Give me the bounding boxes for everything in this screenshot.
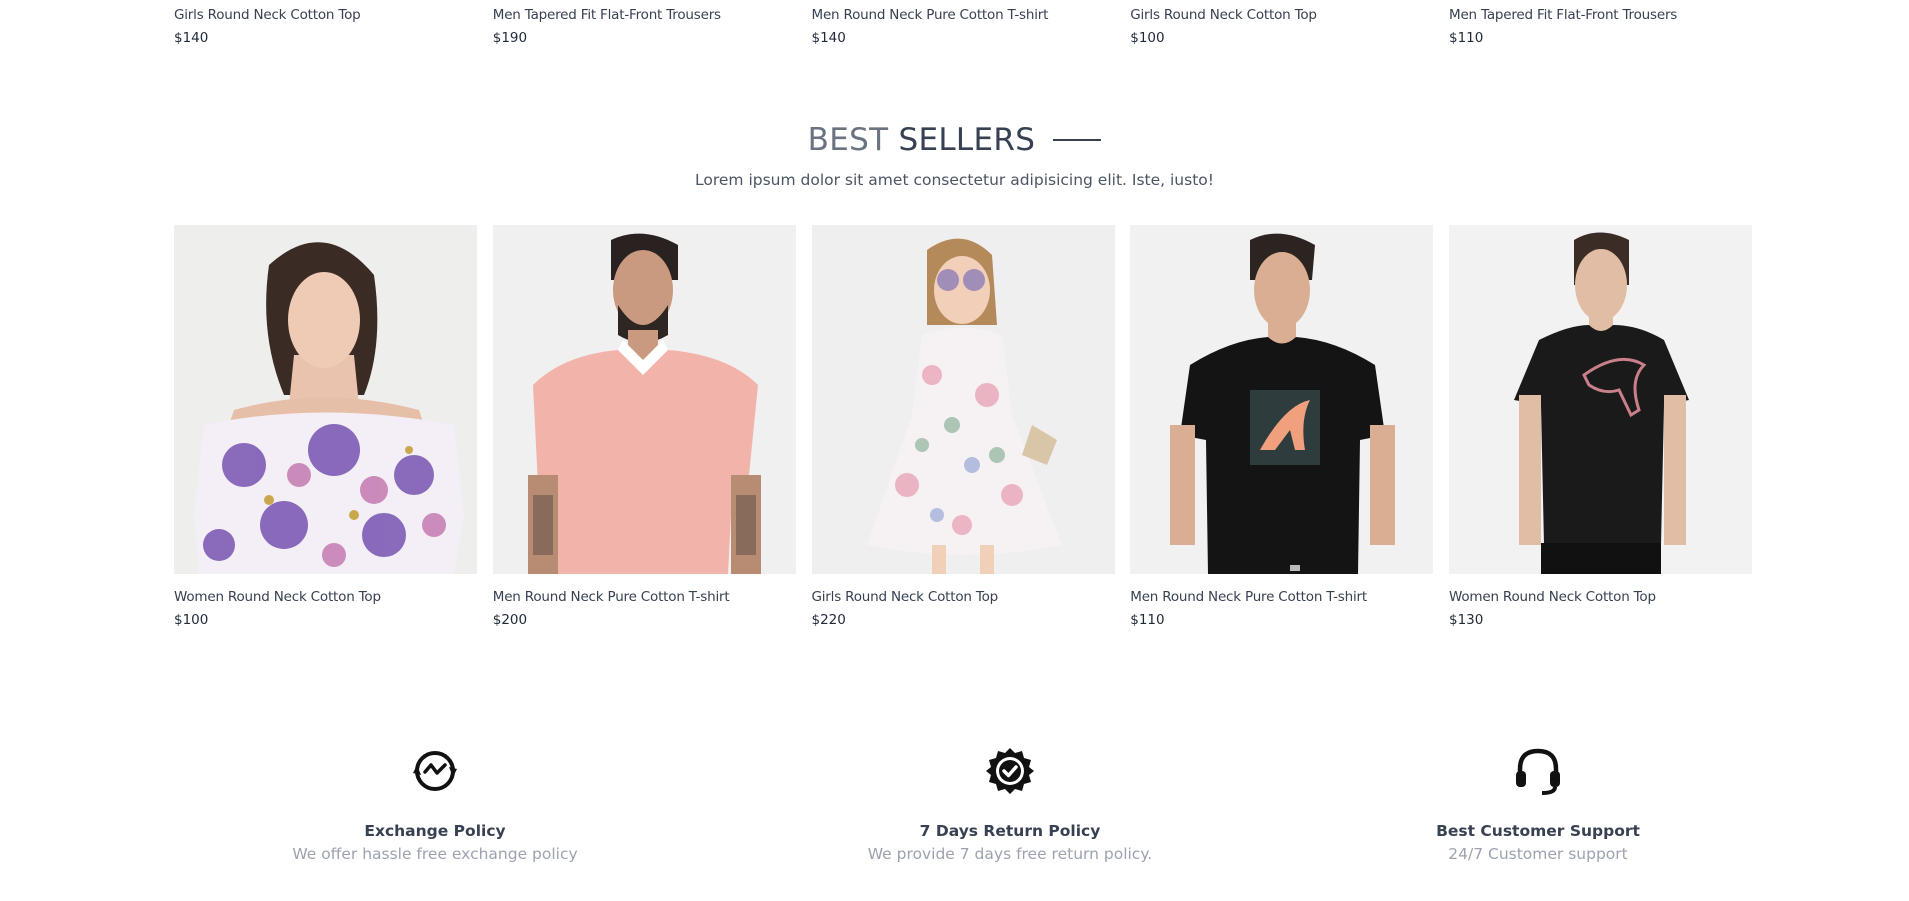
return-policy: 7 Days Return Policy We provide 7 days f… — [810, 745, 1210, 863]
policy-section: Exchange Policy We offer hassle free exc… — [0, 745, 1909, 885]
policy-description: We provide 7 days free return policy. — [867, 845, 1153, 863]
title-light-word: BEST — [807, 122, 889, 158]
product-card[interactable]: Men Round Neck Pure Cotton T-shirt $140 — [812, 5, 1115, 48]
best-sellers-subtitle: Lorem ipsum dolor sit amet consectetur a… — [695, 171, 1214, 189]
support-policy: Best Customer Support 24/7 Customer supp… — [1338, 745, 1738, 863]
product-name[interactable]: Women Round Neck Cotton Top — [174, 587, 477, 607]
product-card[interactable]: Girls Round Neck Cotton Top $140 — [174, 5, 477, 48]
verified-badge-icon — [984, 745, 1036, 797]
product-price: $110 — [1130, 612, 1165, 628]
product-image[interactable] — [492, 225, 796, 574]
product-price: $100 — [1130, 30, 1165, 46]
product-image[interactable] — [811, 225, 1115, 574]
exchange-policy: Exchange Policy We offer hassle free exc… — [235, 745, 635, 863]
product-price: $200 — [492, 612, 528, 628]
product-price: $220 — [811, 612, 846, 628]
product-price: $130 — [1449, 612, 1484, 628]
product-price: $110 — [1449, 30, 1484, 46]
product-name[interactable]: Women Round Neck Cotton Top — [1449, 587, 1752, 607]
product-card[interactable]: Girls Round Neck Cotton Top $220 — [811, 225, 1115, 630]
product-card[interactable]: Women Round Neck Cotton Top $130 — [1449, 225, 1752, 630]
latest-collection-row: Girls Round Neck Cotton Top $140 Men Tap… — [174, 5, 1752, 48]
product-name[interactable]: Men Tapered Fit Flat-Front Trousers — [1449, 5, 1752, 25]
product-name[interactable]: Girls Round Neck Cotton Top — [1130, 5, 1433, 25]
best-sellers-grid: Women Round Neck Cotton Top $100 Men Rou… — [174, 225, 1752, 630]
product-price: $140 — [811, 30, 846, 46]
product-card[interactable]: Girls Round Neck Cotton Top $100 — [1130, 5, 1433, 48]
policy-title: Exchange Policy — [364, 822, 506, 840]
product-name[interactable]: Girls Round Neck Cotton Top — [812, 587, 1115, 607]
product-image[interactable] — [174, 225, 477, 574]
exchange-icon — [409, 745, 461, 797]
title-rule — [1053, 138, 1102, 141]
product-price: $140 — [174, 30, 209, 46]
product-name[interactable]: Men Tapered Fit Flat-Front Trousers — [493, 5, 796, 25]
policy-description: We offer hassle free exchange policy — [292, 845, 578, 863]
product-image[interactable] — [1449, 225, 1752, 574]
product-card[interactable]: Men Round Neck Pure Cotton T-shirt $200 — [492, 225, 796, 630]
policy-title: Best Customer Support — [1436, 822, 1640, 840]
product-name[interactable]: Men Round Neck Pure Cotton T-shirt — [1130, 587, 1433, 607]
title-bold-word: SELLERS — [898, 122, 1036, 158]
product-card[interactable]: Women Round Neck Cotton Top $100 — [174, 225, 477, 630]
product-name[interactable]: Men Round Neck Pure Cotton T-shirt — [812, 5, 1115, 25]
product-name[interactable]: Men Round Neck Pure Cotton T-shirt — [493, 587, 796, 607]
product-card[interactable]: Men Tapered Fit Flat-Front Trousers $190 — [493, 5, 796, 48]
best-sellers-title: BEST SELLERS — [0, 118, 1909, 162]
product-price: $190 — [492, 30, 528, 46]
headset-icon — [1512, 745, 1564, 797]
product-price: $100 — [174, 612, 209, 628]
product-name[interactable]: Girls Round Neck Cotton Top — [174, 5, 477, 25]
product-card[interactable]: Men Round Neck Pure Cotton T-shirt $110 — [1130, 225, 1434, 630]
policy-description: 24/7 Customer support — [1448, 845, 1628, 863]
product-card[interactable]: Men Tapered Fit Flat-Front Trousers $110 — [1449, 5, 1752, 48]
policy-title: 7 Days Return Policy — [919, 822, 1101, 840]
product-image[interactable] — [1130, 225, 1434, 574]
